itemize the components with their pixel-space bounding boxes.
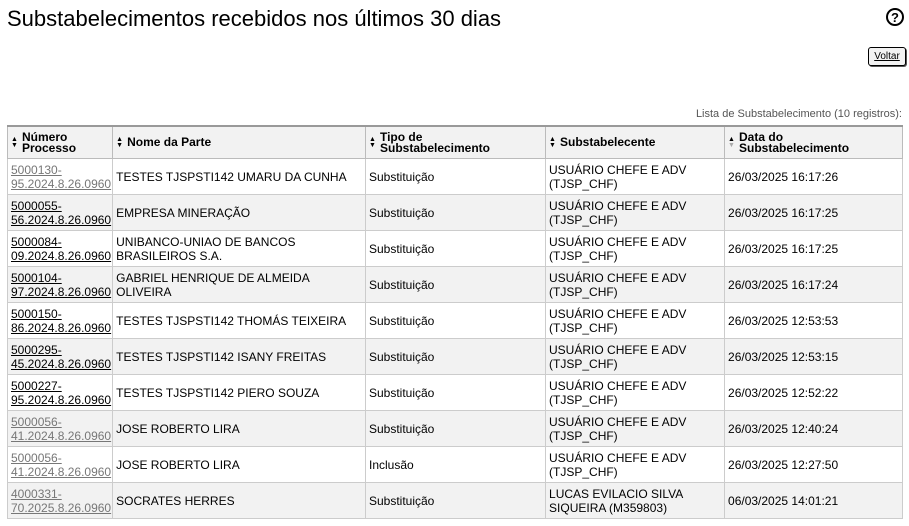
cell-substabelecente: LUCAS EVILACIO SILVA SIQUEIRA (M359803)	[545, 482, 726, 519]
cell-tipo: Substituição	[364, 194, 547, 231]
cell-substabelecente: USUÁRIO CHEFE E ADV (TJSP_CHF)	[545, 302, 726, 339]
table-row: 4000331- 70.2025.8.26.0960 SOCRATES HERRES…	[6, 482, 903, 519]
processo-link[interactable]: 5000084- 09.2024.8.26.0960	[11, 235, 111, 263]
cell-tipo: Substituição	[364, 230, 547, 267]
cell-numero-processo: 5000130- 95.2024.8.26.0960	[6, 158, 114, 195]
cell-tipo: Substituição	[364, 266, 547, 303]
cell-nome-parte: TESTES TJSPSTI142 THOMÁS TEIXEIRA	[112, 302, 366, 339]
page-title: Substabelecimentos recebidos nos últimos…	[7, 6, 502, 31]
cell-data: 26/03/2025 16:17:26	[724, 158, 903, 195]
table-caption: Lista de Substabelecimento (10 registros…	[695, 108, 902, 120]
table-row: 5000056- 41.2024.8.26.0960 JOSE ROBERTO LI…	[6, 410, 903, 447]
cell-data: 26/03/2025 16:17:25	[724, 194, 903, 231]
cell-tipo: Substituição	[364, 410, 547, 447]
cell-tipo: Substituição	[364, 338, 547, 375]
cell-substabelecente: USUÁRIO CHEFE E ADV (TJSP_CHF)	[545, 230, 726, 267]
cell-data: 26/03/2025 12:40:24	[724, 410, 903, 447]
cell-nome-parte: UNIBANCO-UNIAO DE BANCOS BRASILEIROS S.A.	[112, 230, 366, 267]
cell-substabelecente: USUÁRIO CHEFE E ADV (TJSP_CHF)	[545, 266, 726, 303]
cell-numero-processo: 5000055- 56.2024.8.26.0960	[6, 194, 114, 231]
cell-nome-parte: TESTES TJSPSTI142 PIERO SOUZA	[112, 374, 366, 411]
substabelecimento-table: ▲ ▼ Número Processo ▲ ▼ Nome da Parte ▲ ▼ Ti…	[6, 125, 903, 519]
cell-numero-processo: 5000150- 86.2024.8.26.0960	[6, 302, 114, 339]
cell-substabelecente: USUÁRIO CHEFE E ADV (TJSP_CHF)	[545, 158, 726, 195]
cell-numero-processo: 5000227- 95.2024.8.26.0960	[6, 374, 114, 411]
sort-icon[interactable]: ▲ ▼	[549, 136, 557, 149]
header-substabelecente[interactable]: ▲ ▼ Substabelecente	[545, 125, 726, 159]
sort-icon[interactable]: ▲ ▼	[369, 136, 377, 149]
cell-substabelecente: USUÁRIO CHEFE E ADV (TJSP_CHF)	[545, 410, 726, 447]
table-row: 5000130- 95.2024.8.26.0960 TESTES TJSPSTI1…	[6, 158, 903, 195]
cell-tipo: Substituição	[364, 482, 547, 519]
cell-data: 26/03/2025 12:53:53	[724, 302, 903, 339]
cell-tipo: Substituição	[364, 374, 547, 411]
table-row: 5000295- 45.2024.8.26.0960 TESTES TJSPSTI1…	[6, 338, 903, 375]
table-header-row: ▲ ▼ Número Processo ▲ ▼ Nome da Parte ▲ ▼ Ti…	[6, 125, 903, 159]
cell-numero-processo: 5000056- 41.2024.8.26.0960	[6, 446, 114, 483]
cell-tipo: Substituição	[364, 302, 547, 339]
processo-link[interactable]: 5000130- 95.2024.8.26.0960	[11, 163, 111, 191]
cell-data: 06/03/2025 14:01:21	[724, 482, 903, 519]
cell-data: 26/03/2025 16:17:24	[724, 266, 903, 303]
cell-nome-parte: JOSE ROBERTO LIRA	[112, 410, 366, 447]
processo-link[interactable]: 5000295- 45.2024.8.26.0960	[11, 343, 111, 371]
cell-substabelecente: USUÁRIO CHEFE E ADV (TJSP_CHF)	[545, 194, 726, 231]
cell-numero-processo: 4000331- 70.2025.8.26.0960	[6, 482, 114, 519]
sort-icon[interactable]: ▲ ▼	[116, 136, 124, 149]
cell-data: 26/03/2025 12:52:22	[724, 374, 903, 411]
cell-nome-parte: JOSE ROBERTO LIRA	[112, 446, 366, 483]
cell-data: 26/03/2025 16:17:25	[724, 230, 903, 267]
table-row: 5000150- 86.2024.8.26.0960 TESTES TJSPSTI1…	[6, 302, 903, 339]
cell-substabelecente: USUÁRIO CHEFE E ADV (TJSP_CHF)	[545, 446, 726, 483]
back-button[interactable]: Voltar	[868, 47, 906, 66]
cell-numero-processo: 5000084- 09.2024.8.26.0960	[6, 230, 114, 267]
table-row: 5000055- 56.2024.8.26.0960 EMPRESA MINERAÇ…	[6, 194, 903, 231]
cell-nome-parte: TESTES TJSPSTI142 ISANY FREITAS	[112, 338, 366, 375]
header-numero-processo[interactable]: ▲ ▼ Número Processo	[6, 125, 114, 159]
cell-tipo: Substituição	[364, 158, 547, 195]
help-icon[interactable]: ?	[886, 8, 904, 26]
table-row: 5000104- 97.2024.8.26.0960 GABRIEL HENRIQU…	[6, 266, 903, 303]
cell-numero-processo: 5000295- 45.2024.8.26.0960	[6, 338, 114, 375]
sort-icon[interactable]: ▲ ▼	[11, 136, 19, 149]
processo-link[interactable]: 4000331- 70.2025.8.26.0960	[11, 487, 111, 515]
cell-substabelecente: USUÁRIO CHEFE E ADV (TJSP_CHF)	[545, 374, 726, 411]
cell-data: 26/03/2025 12:27:50	[724, 446, 903, 483]
header-tipo-substabelecimento[interactable]: ▲ ▼ Tipo de Substabelecimento	[364, 125, 547, 159]
sort-desc-icon[interactable]: ▲ ▼	[728, 136, 736, 149]
cell-substabelecente: USUÁRIO CHEFE E ADV (TJSP_CHF)	[545, 338, 726, 375]
cell-tipo: Inclusão	[364, 446, 547, 483]
processo-link[interactable]: 5000056- 41.2024.8.26.0960	[11, 451, 111, 479]
cell-data: 26/03/2025 12:53:15	[724, 338, 903, 375]
cell-numero-processo: 5000104- 97.2024.8.26.0960	[6, 266, 114, 303]
header-nome-parte[interactable]: ▲ ▼ Nome da Parte	[112, 125, 366, 159]
processo-link[interactable]: 5000227- 95.2024.8.26.0960	[11, 379, 111, 407]
processo-link[interactable]: 5000150- 86.2024.8.26.0960	[11, 307, 111, 335]
cell-nome-parte: TESTES TJSPSTI142 UMARU DA CUNHA	[112, 158, 366, 195]
table-row: 5000227- 95.2024.8.26.0960 TESTES TJSPSTI1…	[6, 374, 903, 411]
cell-nome-parte: EMPRESA MINERAÇÃO	[112, 194, 366, 231]
table-row: 5000056- 41.2024.8.26.0960 JOSE ROBERTO LI…	[6, 446, 903, 483]
cell-numero-processo: 5000056- 41.2024.8.26.0960	[6, 410, 114, 447]
table-row: 5000084- 09.2024.8.26.0960 UNIBANCO-UNIAO …	[6, 230, 903, 267]
processo-link[interactable]: 5000055- 56.2024.8.26.0960	[11, 199, 111, 227]
cell-nome-parte: SOCRATES HERRES	[112, 482, 366, 519]
processo-link[interactable]: 5000104- 97.2024.8.26.0960	[11, 271, 111, 299]
processo-link[interactable]: 5000056- 41.2024.8.26.0960	[11, 415, 111, 443]
header-data-substabelecimento[interactable]: ▲ ▼ Data do Substabelecimento	[724, 125, 903, 159]
cell-nome-parte: GABRIEL HENRIQUE DE ALMEIDA OLIVEIRA	[112, 266, 366, 303]
